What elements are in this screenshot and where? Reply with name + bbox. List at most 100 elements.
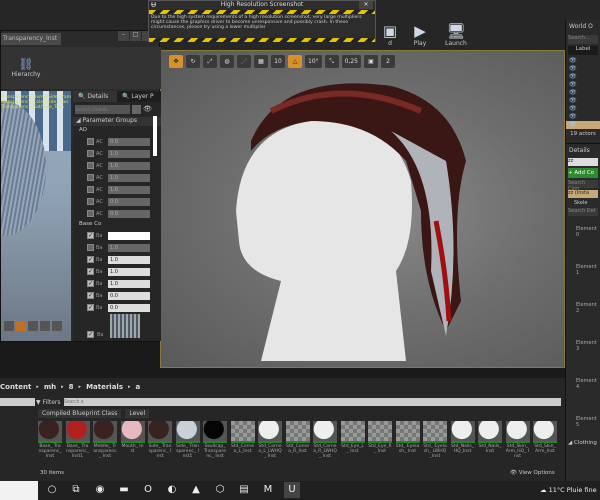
eye-icon[interactable]: 👁 bbox=[143, 105, 152, 114]
tab-layer-parameters[interactable]: 🔍 Layer P bbox=[117, 91, 161, 102]
parameter-value[interactable]: 1.0 bbox=[108, 149, 150, 158]
add-component-button[interactable]: + Add Co bbox=[568, 168, 598, 178]
taskbar-app-icon[interactable]: ◐ bbox=[164, 482, 180, 498]
sphere-shape-button[interactable] bbox=[16, 321, 26, 331]
outliner-row[interactable]: 👁 bbox=[566, 97, 600, 105]
asset-tile[interactable]: Skullcap_ Transparenc_ Inst bbox=[203, 421, 227, 459]
parameter-value[interactable]: 0.0 bbox=[108, 291, 150, 300]
parameter-value[interactable]: 1.0 bbox=[108, 161, 150, 170]
outliner-row[interactable]: 👁 bbox=[566, 121, 600, 129]
parameter-checkbox[interactable] bbox=[87, 244, 94, 251]
parameter-value[interactable]: 0.0 bbox=[108, 303, 150, 312]
parameter-checkbox[interactable]: ✓ bbox=[87, 304, 94, 311]
viewport-tool-button[interactable]: ↻ bbox=[186, 55, 200, 68]
parameter-checkbox[interactable]: ✓ bbox=[87, 232, 94, 239]
play-button[interactable]: ▶ Play bbox=[400, 22, 440, 50]
asset-tile[interactable]: Side_ Transparenc_ Inst1 bbox=[175, 421, 200, 459]
viewport-tool-button[interactable]: ⤡ bbox=[324, 55, 339, 68]
asset-tile[interactable]: Std_Nails_ Inst bbox=[478, 421, 502, 459]
details-scrollbar[interactable] bbox=[153, 116, 157, 156]
outliner-row[interactable]: 👁 bbox=[566, 81, 600, 89]
viewport-tool-button[interactable]: ✥ bbox=[169, 55, 183, 68]
parameter-checkbox[interactable] bbox=[87, 174, 94, 181]
search-components-input[interactable]: Search Com bbox=[568, 180, 598, 192]
parameter-groups-header[interactable]: ◢ Parameter Groups bbox=[73, 117, 161, 126]
folder-search-input[interactable] bbox=[0, 398, 35, 406]
asset-tile[interactable]: Std_ Eyelash_ LWHQ_Inst bbox=[423, 421, 447, 459]
maximize-button[interactable]: □ bbox=[130, 31, 142, 41]
minimize-button[interactable]: – bbox=[118, 31, 130, 41]
asset-tile[interactable]: Base_ Transparenc_ Inst bbox=[38, 421, 62, 459]
taskbar-app-icon[interactable]: O bbox=[140, 482, 156, 498]
asset-tile[interactable]: Std_Cornea_R_Inst bbox=[285, 421, 310, 459]
taskbar-app-icon[interactable]: U bbox=[284, 482, 300, 498]
parameter-value[interactable]: 1.0 bbox=[108, 243, 150, 252]
asset-tile[interactable]: Base_ Transparenc_ Inst1 bbox=[65, 421, 90, 459]
parameter-checkbox[interactable]: ✓ bbox=[87, 268, 94, 275]
editor-tab[interactable]: Transparency_Inst bbox=[1, 33, 61, 45]
parameter-checkbox[interactable]: ✓ bbox=[87, 292, 94, 299]
parameter-checkbox[interactable] bbox=[87, 150, 94, 157]
parameter-value[interactable]: 1.0 bbox=[108, 255, 150, 264]
outliner-row[interactable]: 👁 bbox=[566, 105, 600, 113]
parameter-group-header[interactable]: Base Co bbox=[73, 220, 161, 229]
mesh-shape-button[interactable] bbox=[52, 321, 62, 331]
taskbar-app-icon[interactable]: ▤ bbox=[236, 482, 252, 498]
breadcrumb-item[interactable]: 8 bbox=[69, 383, 74, 391]
outliner-row[interactable]: 👁 bbox=[566, 89, 600, 97]
parameter-value[interactable]: 0.0 bbox=[108, 137, 150, 146]
parameter-value[interactable]: 1.0 bbox=[108, 173, 150, 182]
texture-checkbox[interactable]: ✓ bbox=[87, 331, 94, 338]
asset-tile[interactable]: Std_Skin_ Arm_Inst bbox=[533, 421, 557, 459]
asset-tile[interactable]: Std_Eye_R_ Inst bbox=[368, 421, 392, 459]
asset-search-input[interactable] bbox=[63, 398, 561, 406]
parameter-value[interactable]: 1.0 bbox=[108, 267, 150, 276]
taskbar-app-icon[interactable]: ▲ bbox=[188, 482, 204, 498]
outliner-row[interactable]: 👁 bbox=[566, 73, 600, 81]
parameter-value[interactable]: 0.0 bbox=[108, 197, 150, 206]
taskbar-search[interactable] bbox=[0, 481, 38, 500]
breadcrumb-item[interactable]: mh bbox=[44, 383, 56, 391]
taskbar-app-icon[interactable]: ▬ bbox=[116, 482, 132, 498]
parameter-value[interactable]: 0.0 bbox=[108, 209, 150, 218]
viewport-tool-button[interactable]: 10 bbox=[271, 55, 285, 68]
search-details-input[interactable]: Search Det bbox=[568, 208, 598, 216]
viewport-tool-button[interactable]: ⤢ bbox=[203, 55, 217, 68]
outliner-row[interactable]: 👁 bbox=[566, 113, 600, 121]
taskbar-app-icon[interactable]: ◉ bbox=[92, 482, 108, 498]
skeletal-mesh-component[interactable]: Skele bbox=[574, 200, 598, 206]
weather-widget[interactable]: ☁ 11°C Pluie fine bbox=[540, 486, 597, 494]
taskbar-app-icon[interactable]: ○ bbox=[44, 482, 60, 498]
component-instance[interactable]: zz (Insta bbox=[568, 190, 598, 198]
filter-chip[interactable]: Level bbox=[125, 409, 150, 418]
parameter-checkbox[interactable] bbox=[87, 198, 94, 205]
actor-name-input[interactable]: zz bbox=[568, 158, 598, 166]
viewport-tool-button[interactable]: △ bbox=[288, 55, 302, 68]
viewport-tool-button[interactable]: 0,25 bbox=[341, 55, 361, 68]
parameter-value[interactable] bbox=[108, 231, 150, 240]
viewport-tool-button[interactable]: ▣ bbox=[364, 55, 378, 68]
grid-view-icon[interactable] bbox=[132, 105, 141, 114]
asset-tile[interactable]: Std_Cornea_L_Inst bbox=[230, 421, 255, 459]
asset-tile[interactable]: Std_Eye_L_ Inst bbox=[340, 421, 365, 459]
view-options-button[interactable]: 👁 View Options bbox=[510, 470, 555, 476]
parameter-checkbox[interactable] bbox=[87, 210, 94, 217]
level-viewport[interactable]: ✥ ↻ ⤢ ◍ ⋰ ▦ 10 △ 10° ⤡ 0,25 ▣ 2 bbox=[160, 50, 565, 368]
asset-tile[interactable]: Std_Skin_ Arm_HQ_ Inst bbox=[505, 421, 530, 459]
viewport-tool-button[interactable]: ▦ bbox=[254, 55, 268, 68]
outliner-search[interactable]: Search... bbox=[568, 35, 598, 44]
parameter-group-header[interactable]: AO bbox=[73, 126, 161, 135]
texture-thumbnail[interactable] bbox=[110, 314, 140, 338]
plane-shape-button[interactable] bbox=[28, 321, 38, 331]
asset-tile[interactable]: Std_Cornea_R_LWHQ_ Inst bbox=[313, 421, 337, 459]
asset-tile[interactable]: Std_Cornea_L_LWHQ_ Inst bbox=[258, 421, 282, 459]
asset-tile[interactable]: Std_ Eyelash_ Inst bbox=[395, 421, 420, 459]
cube-shape-button[interactable] bbox=[40, 321, 50, 331]
taskbar-app-icon[interactable]: ⬡ bbox=[212, 482, 228, 498]
filters-button[interactable]: ▼ Filters bbox=[36, 399, 61, 406]
breadcrumb-item[interactable]: Content bbox=[0, 383, 31, 391]
parameter-checkbox[interactable] bbox=[87, 162, 94, 169]
asset-tile[interactable]: Mouth_ Inst bbox=[120, 421, 145, 459]
asset-tile[interactable]: Side_ Transparenc_ Inst bbox=[148, 421, 172, 459]
parameter-checkbox[interactable] bbox=[87, 186, 94, 193]
